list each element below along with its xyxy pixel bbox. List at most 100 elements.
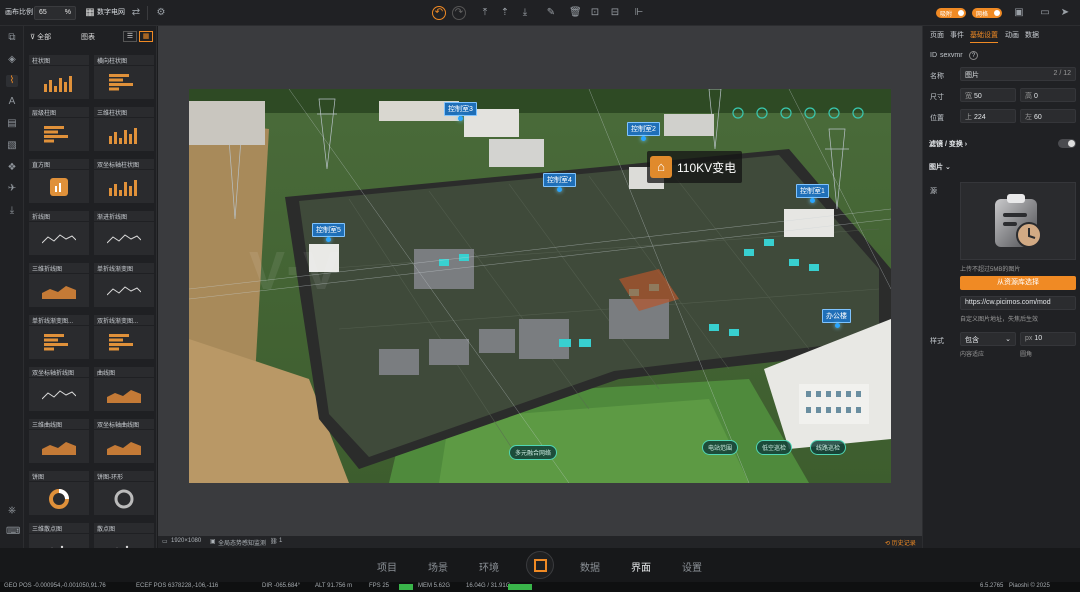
settings-icon[interactable]: ⚙ [155,7,167,19]
drone-icon[interactable]: ✈ [6,183,18,195]
library-item[interactable]: 曲线图 [94,367,154,413]
library-item-label: 双坐标轴折线图 [29,367,89,377]
filter-toggle[interactable] [1058,139,1076,148]
library-item[interactable]: 三维柱状图 [94,107,154,153]
library-item-label: 饼图 [29,471,89,481]
library-item[interactable]: 折线图 [29,211,89,257]
top-input[interactable]: 上 224 [960,109,1016,123]
control-room-1-tag[interactable]: 控制室1 [796,184,829,203]
help-icon[interactable]: ? [969,51,978,60]
layers-icon[interactable]: ◈ [6,54,18,66]
library-item[interactable]: 饼图 [29,471,89,517]
style-label: 样式 [930,338,944,345]
undo-icon[interactable]: ↶ [432,6,446,20]
library-item[interactable]: 饼图-环形 [94,471,154,517]
station-range-button[interactable]: 电站范围 [702,440,739,455]
tab-data[interactable]: 数据 [580,559,600,574]
library-item[interactable]: 三维曲线图 [29,419,89,465]
editor-canvas[interactable]: V·V 控制室3 控制室2 控制室4 控制室1 控制室5 办公楼 ⌂ 110KV… [158,26,922,548]
substation-title-badge[interactable]: ⌂ 110KV变电 [647,151,743,183]
filter-transform-label[interactable]: 滤镜 / 变换 › [929,139,967,149]
library-item[interactable]: 双坐标轴曲线图 [94,419,154,465]
mem-meter [508,584,532,590]
library-item[interactable]: 双折线渐变图... [94,315,154,361]
preview-icon[interactable]: ▭ [1039,7,1051,19]
left-input[interactable]: 左 60 [1020,109,1076,123]
send-bottom-icon[interactable]: ⤓ [519,7,531,19]
ungroup-icon[interactable]: ⊟ [609,7,621,19]
line-patrol-button[interactable]: 线路巡检 [810,440,847,455]
delete-icon[interactable]: 🗑 [569,7,582,19]
keyboard-icon[interactable]: ⌨ [6,526,20,538]
list-view-icon[interactable]: ☰ [123,31,137,42]
library-item-label: 折线图 [29,211,89,221]
grid-view-icon[interactable]: ▦ [139,31,153,42]
publish-icon[interactable]: ➤ [1059,7,1071,19]
filter-chart[interactable]: 图表 [81,32,95,42]
history-button[interactable]: ⟲ 历史记录 [885,538,916,547]
control-room-3-tag[interactable]: 控制室3 [444,102,477,121]
tab-interface[interactable]: 界面 [631,559,651,574]
text-icon[interactable]: A [6,96,18,108]
radius-input[interactable]: px 10 [1020,332,1076,346]
substation-scene[interactable]: V·V 控制室3 控制室2 控制室4 控制室1 控制室5 办公楼 ⌂ 110KV… [189,89,891,483]
width-input[interactable]: 宽 50 [960,88,1016,102]
name-input[interactable]: 图片 2 / 12 [960,67,1076,81]
download-icon[interactable]: ⤓ [6,205,18,217]
chart-icon[interactable]: ⌇ [6,75,18,87]
library-item[interactable]: 双坐标轴折线图 [29,367,89,413]
redo-icon[interactable]: ↷ [452,6,466,20]
library-item[interactable]: 双坐标轴柱状图 [94,159,154,205]
library-item[interactable]: 渐进折线图 [94,211,154,257]
brush-icon[interactable]: ✎ [545,7,557,19]
library-item[interactable]: 直方图 [29,159,89,205]
snap-toggle[interactable]: 吸附 [936,8,966,18]
move-up-icon[interactable]: ⤒ [479,7,491,19]
tab-project[interactable]: 项目 [377,559,397,574]
pages-icon[interactable]: ⧉ [6,32,18,44]
plugin-icon[interactable]: ⎈ [6,505,18,517]
image-preview[interactable] [960,182,1076,260]
component-icon[interactable]: ❖ [6,162,18,174]
bring-top-icon[interactable]: ⇡ [499,7,511,19]
library-item[interactable]: 横向柱状图 [94,55,154,101]
library-item[interactable]: 柱状图 [29,55,89,101]
image-section-label[interactable]: 图片 ⌄ [929,162,951,172]
low-altitude-patrol-button[interactable]: 低空巡检 [756,440,793,455]
align-icon[interactable]: ⊩ [633,7,645,19]
tab-settings[interactable]: 设置 [682,559,702,574]
mem-readout: MEM 5.62G [418,583,451,589]
table-icon[interactable]: ▤ [6,118,18,130]
tab-animation[interactable]: 动画 [1005,30,1019,40]
group-icon[interactable]: ⊡ [589,7,601,19]
project-name[interactable]: 数字电网 [97,7,125,17]
library-item[interactable]: 三维折线图 [29,263,89,309]
tab-basic-settings[interactable]: 基础设置 [970,30,998,43]
tab-event[interactable]: 事件 [950,30,964,40]
library-item[interactable]: 单折线渐变图 [94,263,154,309]
tab-scene[interactable]: 场景 [428,559,448,574]
control-room-2-tag[interactable]: 控制室2 [627,122,660,141]
scale-input[interactable]: 65 % [34,6,76,20]
tab-data[interactable]: 数据 [1025,30,1039,40]
media-icon[interactable]: ▧ [6,140,18,152]
control-room-4-tag[interactable]: 控制室4 [543,173,576,192]
home-logo-button[interactable] [526,551,554,579]
height-input[interactable]: 高 0 [1020,88,1076,102]
choose-from-library-button[interactable]: 从资源库选择 [960,276,1076,290]
library-item[interactable]: 单折线渐变图... [29,315,89,361]
tab-page[interactable]: 页面 [930,30,944,40]
library-item-label: 单折线渐变图... [29,315,89,325]
office-building-tag[interactable]: 办公楼 [822,309,851,328]
library-item[interactable]: 层级柱图 [29,107,89,153]
multi-view-button[interactable]: 多元融合网络 [509,445,558,460]
fit-select[interactable]: 包含 ⌄ [960,332,1016,346]
image-url-input[interactable]: https://cw.picimos.com/mod [960,296,1076,310]
save-icon[interactable]: ▣ [1013,7,1025,19]
grid-toggle[interactable]: 网格 [972,8,1002,18]
swap-icon[interactable]: ⇄ [130,7,142,19]
chart-thumbnail-icon [94,326,154,359]
control-room-5-tag[interactable]: 控制室5 [312,223,345,242]
filter-all[interactable]: ⊽ 全部 [30,32,51,42]
tab-environment[interactable]: 环境 [479,559,499,574]
